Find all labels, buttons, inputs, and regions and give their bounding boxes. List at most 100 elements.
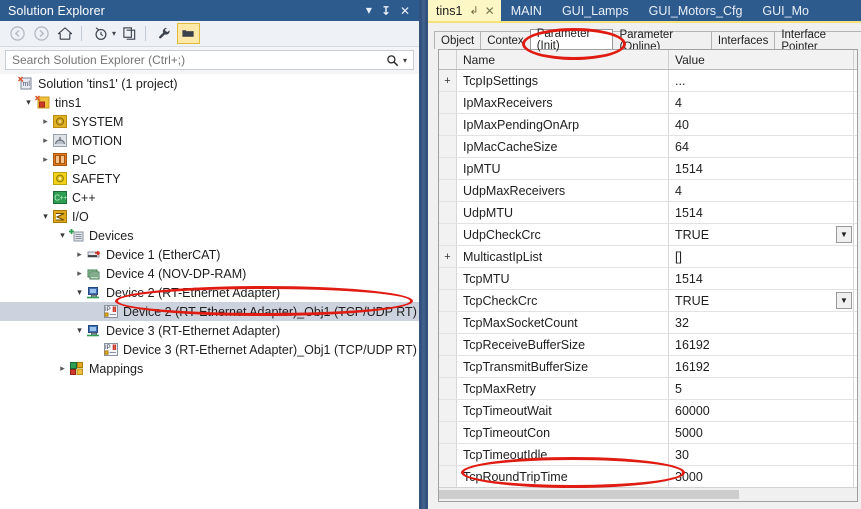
chevron-down-icon[interactable] (74, 283, 85, 302)
expand-plus-icon[interactable]: + (439, 70, 457, 91)
parameter-name-cell[interactable]: TcpTimeoutIdle (457, 444, 669, 465)
parameter-name-cell[interactable]: TcpMTU (457, 268, 669, 289)
tree-node[interactable]: tins1 (0, 93, 419, 112)
pin-icon[interactable]: ↧ (381, 5, 391, 17)
cs-checkbox-cell[interactable] (854, 70, 858, 91)
parameter-value-cell[interactable]: 4 (669, 180, 854, 201)
parameter-name-cell[interactable]: MulticastIpList (457, 246, 669, 267)
table-row[interactable]: TcpRoundTripTime3000 (439, 466, 857, 488)
table-row[interactable]: TcpReceiveBufferSize16192 (439, 334, 857, 356)
parameter-name-cell[interactable]: IpMacCacheSize (457, 136, 669, 157)
table-row[interactable]: IpMTU1514 (439, 158, 857, 180)
parameter-name-cell[interactable]: UdpCheckCrc (457, 224, 669, 245)
parameter-value-cell[interactable]: 1514 (669, 202, 854, 223)
cs-checkbox-cell[interactable] (854, 466, 858, 487)
chevron-down-icon[interactable] (40, 207, 51, 226)
show-all-files-icon[interactable] (177, 23, 200, 44)
parameter-value-cell[interactable]: 30 (669, 444, 854, 465)
close-icon[interactable]: ✕ (485, 4, 495, 18)
parameter-value-cell[interactable]: ... (669, 70, 854, 91)
parameter-name-cell[interactable]: UdpMaxReceivers (457, 180, 669, 201)
parameter-value-cell[interactable]: 1514 (669, 268, 854, 289)
table-row[interactable]: UdpMTU1514 (439, 202, 857, 224)
cs-checkbox-cell[interactable] (854, 356, 858, 377)
table-row[interactable]: +MulticastIpList[] (439, 246, 857, 268)
parameter-name-cell[interactable]: TcpTimeoutWait (457, 400, 669, 421)
table-row[interactable]: TcpTransmitBufferSize16192 (439, 356, 857, 378)
chevron-right-icon[interactable] (57, 359, 68, 378)
parameter-grid[interactable]: Name Value CS +TcpIpSettings...IpMaxRece… (438, 49, 858, 502)
parameter-value-cell[interactable]: 5 (669, 378, 854, 399)
table-row[interactable]: IpMaxPendingOnArp40 (439, 114, 857, 136)
forward-icon[interactable] (30, 23, 52, 44)
cs-checkbox-cell[interactable] (854, 378, 858, 399)
document-tab-gui-motors-cfg[interactable]: GUI_Motors_Cfg (639, 0, 753, 21)
chevron-right-icon[interactable] (40, 112, 51, 131)
sub-tab-interfaces[interactable]: Interfaces (711, 31, 776, 49)
tree-node[interactable]: Devices (0, 226, 419, 245)
parameter-name-cell[interactable]: TcpCheckCrc (457, 290, 669, 311)
parameter-name-cell[interactable]: IpMTU (457, 158, 669, 179)
cs-checkbox-cell[interactable] (854, 224, 858, 245)
horizontal-scrollbar[interactable] (439, 487, 858, 501)
pending-changes-icon[interactable] (89, 23, 111, 44)
solution-tree[interactable]: mlSolution 'tins1' (1 project)tins1SYSTE… (0, 74, 419, 509)
table-row[interactable]: +TcpIpSettings... (439, 70, 857, 92)
table-row[interactable]: TcpTimeoutCon5000 (439, 422, 857, 444)
table-row[interactable]: TcpMaxSocketCount32 (439, 312, 857, 334)
cs-checkbox-cell[interactable] (854, 444, 858, 465)
tree-node[interactable]: SYSTEM (0, 112, 419, 131)
cs-checkbox-cell[interactable] (854, 422, 858, 443)
parameter-value-cell[interactable]: 5000 (669, 422, 854, 443)
tree-node[interactable]: IPDevice 3 (RT-Ethernet Adapter)_Obj1 (T… (0, 340, 419, 359)
table-row[interactable]: IpMaxReceivers4 (439, 92, 857, 114)
parameter-name-cell[interactable]: TcpIpSettings (457, 70, 669, 91)
parameter-name-cell[interactable]: TcpReceiveBufferSize (457, 334, 669, 355)
tree-node[interactable]: I/O (0, 207, 419, 226)
table-row[interactable]: TcpMTU1514 (439, 268, 857, 290)
sub-tab-interface-pointer[interactable]: Interface Pointer (774, 31, 861, 49)
parameter-name-cell[interactable]: TcpMaxSocketCount (457, 312, 669, 333)
table-row[interactable]: TcpCheckCrcTRUE▼ (439, 290, 857, 312)
tree-node-selected[interactable]: IPDevice 2 (RT-Ethernet Adapter)_Obj1 (T… (0, 302, 419, 321)
tree-node[interactable]: Device 2 (RT-Ethernet Adapter) (0, 283, 419, 302)
parameter-name-cell[interactable]: TcpMaxRetry (457, 378, 669, 399)
tree-node[interactable]: Device 3 (RT-Ethernet Adapter) (0, 321, 419, 340)
parameter-value-cell[interactable]: 16192 (669, 334, 854, 355)
chevron-down-icon[interactable] (57, 226, 68, 245)
parameter-value-cell[interactable]: 16192 (669, 356, 854, 377)
tree-node[interactable]: Mappings (0, 359, 419, 378)
sub-tab-contex[interactable]: Contex (480, 31, 530, 49)
cs-checkbox-cell[interactable] (854, 158, 858, 179)
chevron-down-icon[interactable]: ▾ (366, 4, 372, 16)
parameter-value-cell[interactable]: 1514 (669, 158, 854, 179)
chevron-down-icon[interactable] (23, 93, 34, 112)
cs-checkbox-cell[interactable] (854, 268, 858, 289)
tree-node[interactable]: Device 1 (EtherCAT) (0, 245, 419, 264)
chevron-down-icon[interactable]: ▾ (403, 56, 407, 65)
parameter-value-cell[interactable]: 32 (669, 312, 854, 333)
tree-node[interactable]: MOTION (0, 131, 419, 150)
parameter-value-cell[interactable]: 3000 (669, 466, 854, 487)
document-tab-gui-mo[interactable]: GUI_Mo (752, 0, 819, 21)
table-row[interactable]: TcpTimeoutIdle30 (439, 444, 857, 466)
tree-node[interactable]: PLC (0, 150, 419, 169)
chevron-down-icon[interactable]: ▼ (836, 292, 852, 309)
cs-checkbox-cell[interactable] (854, 92, 858, 113)
document-tab-gui-lamps[interactable]: GUI_Lamps (552, 0, 639, 21)
parameter-name-cell[interactable]: TcpTimeoutCon (457, 422, 669, 443)
chevron-down-icon[interactable]: ▾ (112, 29, 116, 38)
parameter-value-cell[interactable]: [] (669, 246, 854, 267)
chevron-right-icon[interactable] (40, 131, 51, 150)
table-row[interactable]: UdpMaxReceivers4 (439, 180, 857, 202)
document-tab-main[interactable]: MAIN (501, 0, 552, 21)
parameter-name-cell[interactable]: TcpTransmitBufferSize (457, 356, 669, 377)
close-icon[interactable]: ✕ (400, 5, 410, 17)
tree-node[interactable]: C++C++ (0, 188, 419, 207)
search-solution-explorer-box[interactable]: ▾ (5, 50, 414, 70)
parameter-name-cell[interactable]: IpMaxReceivers (457, 92, 669, 113)
pin-icon[interactable]: ↲ (469, 4, 478, 17)
cs-checkbox-cell[interactable] (854, 246, 858, 267)
table-row[interactable]: IpMacCacheSize64 (439, 136, 857, 158)
tree-node[interactable]: mlSolution 'tins1' (1 project) (0, 74, 419, 93)
